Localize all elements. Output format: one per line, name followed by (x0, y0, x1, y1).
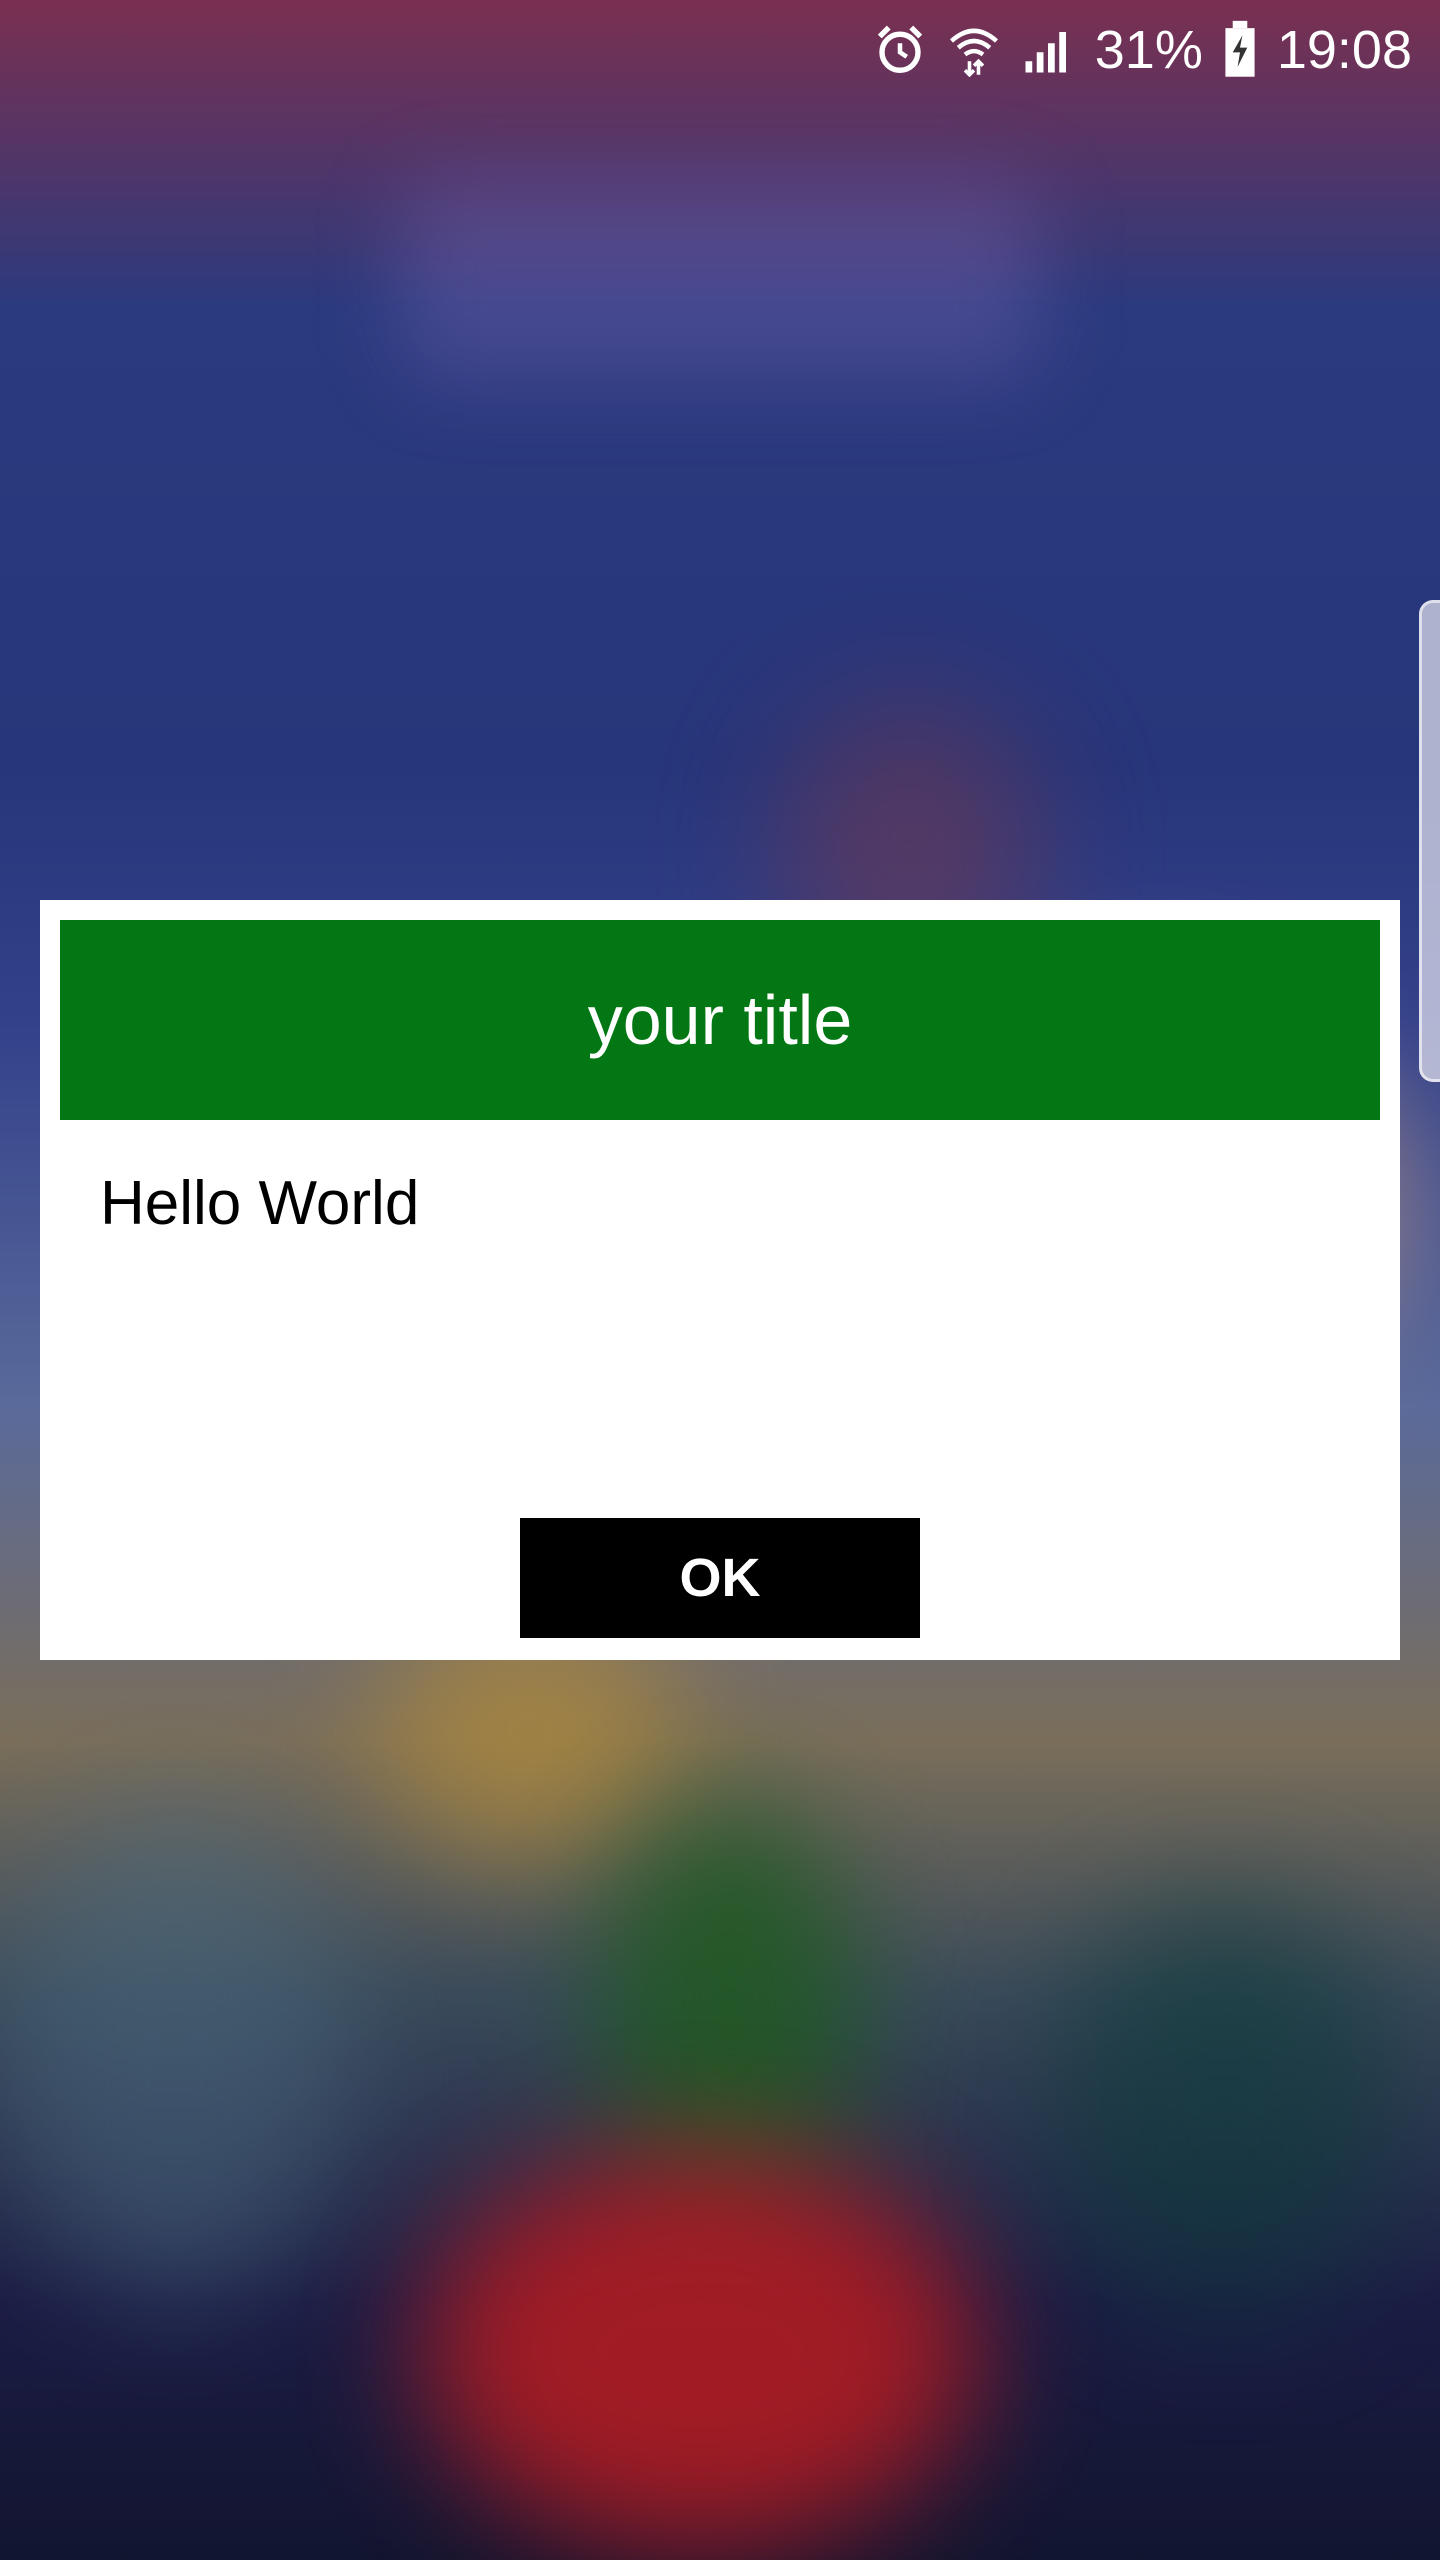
status-bar: 31% 19:08 (0, 0, 1440, 100)
clock-time: 19:08 (1276, 20, 1412, 80)
background-blob (0, 1800, 350, 2300)
blurred-app-title (400, 180, 1040, 380)
signal-icon (1021, 20, 1075, 80)
edge-panel-handle[interactable] (1419, 600, 1440, 1082)
battery-charging-icon (1223, 20, 1257, 80)
battery-percent: 31% (1094, 20, 1203, 80)
background-blob (1050, 1900, 1400, 2320)
alarm-icon (873, 20, 927, 80)
wifi-icon (947, 20, 1001, 80)
dialog-header: your title (60, 920, 1380, 1120)
alert-dialog: your title Hello World OK (40, 900, 1400, 1660)
background-blob (420, 2150, 980, 2550)
dialog-message: Hello World (100, 1169, 420, 1238)
dialog-title: your title (587, 981, 853, 1059)
ok-button[interactable]: OK (520, 1518, 920, 1638)
